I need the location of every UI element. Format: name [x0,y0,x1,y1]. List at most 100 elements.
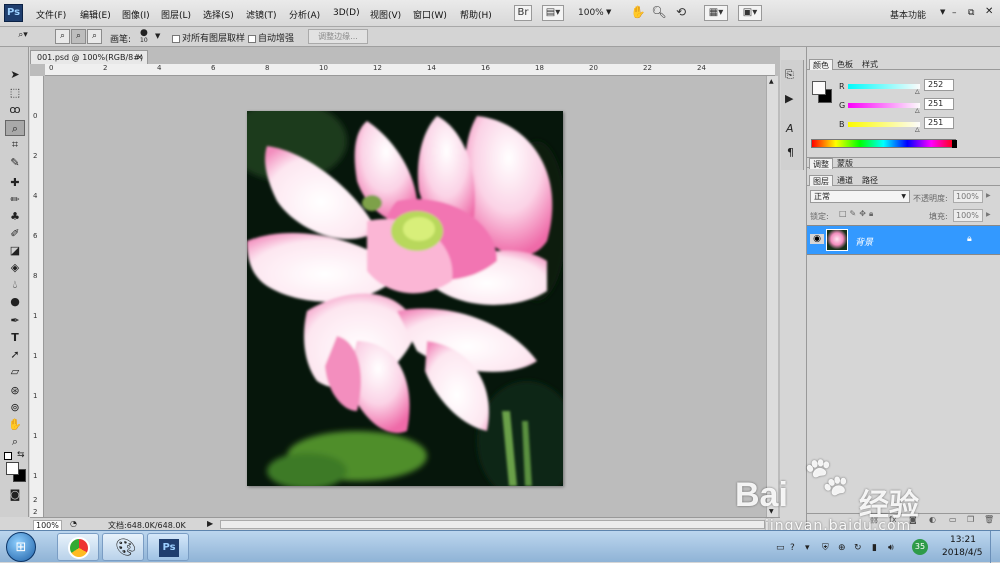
path-selection-tool-icon[interactable]: ➚ [5,347,25,363]
default-colors-icon[interactable] [4,452,12,460]
quick-selection-tool-icon[interactable]: ⌕ [5,120,25,136]
slider-thumb-icon[interactable]: △ [915,126,920,133]
tab-channels[interactable]: 通道 [834,175,856,186]
healing-brush-tool-icon[interactable]: ✚ [5,175,25,191]
slider-thumb-icon[interactable]: △ [915,107,920,114]
taskbar-app-chrome[interactable] [57,533,99,561]
lasso-tool-icon[interactable]: ꝏ [5,102,25,118]
zoom-icon[interactable]: ⌕ [5,434,25,450]
tab-styles[interactable]: 样式 [859,59,881,70]
foreground-color-swatch[interactable] [6,462,19,475]
hand-icon[interactable]: ✋ [5,417,25,433]
signal-tray-icon[interactable]: ▮ [872,543,877,553]
swap-colors-icon[interactable]: ⇆ [17,450,25,460]
security-tray-icon[interactable]: ⊕ [838,543,846,553]
pen-tool-icon[interactable]: ✒ [5,313,25,329]
actions-panel-icon[interactable]: ▶ [785,92,793,105]
refine-edge-button[interactable]: 调整边缘... [308,29,368,44]
eyedropper-tool-icon[interactable]: ✎ [5,155,25,171]
eraser-tool-icon[interactable]: ◪ [5,243,25,259]
eye-visibility-icon[interactable]: ◉ [810,234,824,244]
show-desktop-button[interactable] [990,531,1000,563]
brush-tool-icon[interactable]: ✏ [5,192,25,208]
fill-input[interactable]: 100% [953,209,983,222]
taskbar-app-paint[interactable]: 🎨︎ [102,533,144,561]
move-tool-icon[interactable]: ➤ [5,67,25,83]
start-button[interactable]: ⊞ [6,532,36,562]
tab-color[interactable]: 颜色 [809,59,833,70]
menu-select[interactable]: 选择(S) [203,8,234,21]
horizontal-scrollbar[interactable] [220,520,765,529]
restore-icon[interactable]: ⧉ [968,8,974,18]
menu-analysis[interactable]: 分析(A) [289,8,320,21]
status-arrow-icon[interactable]: ▶ [207,519,213,528]
clock-date[interactable]: 2018/4/5 [942,548,982,558]
layer-row[interactable]: ◉ 背景 🔒︎ [807,225,1000,255]
channel-g-value[interactable]: 251 [924,98,954,110]
layer-name[interactable]: 背景 [855,235,873,248]
channel-b-value[interactable]: 251 [924,117,954,129]
dodge-tool-icon[interactable]: ● [5,294,25,310]
history-panel-icon[interactable]: ⎘ [785,68,794,82]
tab-adjustments[interactable]: 调整 [809,158,833,169]
sample-all-layers-checkbox[interactable]: 对所有图层取样 [172,31,245,44]
color-spectrum-bar[interactable] [811,139,956,148]
quick-mask-icon[interactable]: ◙ [5,487,25,503]
auto-enhance-checkbox[interactable]: 自动增强 [248,31,294,44]
menu-edit[interactable]: 编辑(E) [80,8,111,21]
menu-3d[interactable]: 3D(D) [333,8,360,18]
workspace-chevron-icon[interactable]: ▼ [940,8,945,16]
character-panel-icon[interactable]: A [786,122,794,135]
blur-tool-icon[interactable]: 💧︎ [5,277,25,293]
screen-mode-icon[interactable]: ▣▾ [738,5,762,21]
rotate-view-icon[interactable]: ⟲ [672,5,690,21]
sync-tray-icon[interactable]: ↻ [854,543,862,553]
slider-thumb-icon[interactable]: △ [915,88,920,95]
paragraph-panel-icon[interactable]: ¶ [787,146,794,159]
scroll-up-icon[interactable]: ▲ [769,78,774,85]
spectrum-black-swatch[interactable] [952,140,957,148]
menu-help[interactable]: 帮助(H) [460,8,492,21]
hand-tool-icon[interactable]: ✋ [629,5,647,21]
channel-r-slider[interactable] [848,84,920,89]
shield-tray-icon[interactable]: ⛨ [822,543,829,553]
blend-mode-select[interactable]: 正常 ▼ [810,190,910,203]
canvas-image[interactable] [247,111,563,486]
tab-paths[interactable]: 路径 [859,175,881,186]
channel-r-value[interactable]: 252 [924,79,954,91]
zoom-tool-icon[interactable]: 🔍︎ [650,5,668,21]
blend-mode-chevron-icon[interactable]: ▼ [901,191,906,202]
taskbar-app-photoshop[interactable]: Ps [147,533,189,561]
menu-file[interactable]: 文件(F) [36,8,66,21]
workspace-switcher[interactable]: 基本功能 [890,8,926,21]
opacity-input[interactable]: 100% [953,190,983,203]
channel-b-slider[interactable] [848,122,920,127]
lock-options-icon[interactable]: □✎✥🔒︎ [839,209,876,219]
type-tool-icon[interactable]: T [5,330,25,346]
menu-image[interactable]: 图像(I) [122,8,150,21]
marquee-tool-icon[interactable]: ⬚ [5,85,25,101]
document-tab[interactable]: 001.psd @ 100%(RGB/8#) ✕ [30,50,148,64]
tab-masks[interactable]: 蒙版 [834,158,856,169]
network-tray-icon[interactable]: ▭ [776,543,785,553]
subtract-from-selection-icon[interactable]: ⌕ [87,29,102,44]
shape-tool-icon[interactable]: ▱ [5,364,25,380]
paint-bucket-tool-icon[interactable]: ◈ [5,260,25,276]
vertical-scrollbar[interactable]: ▲ ▼ [766,76,778,517]
menu-view[interactable]: 视图(V) [370,8,401,21]
opacity-chevron-icon[interactable]: ▶ [986,192,991,199]
status-info-icon[interactable]: ◔ [70,519,77,528]
add-to-selection-icon[interactable]: ⌕ [71,29,86,44]
crop-tool-icon[interactable]: ⌗ [5,137,25,153]
tray-arrow-icon[interactable]: ▾ [805,543,810,553]
volume-tray-icon[interactable]: 🔊︎ [888,543,894,553]
channel-g-slider[interactable] [848,103,920,108]
arrange-documents-icon[interactable]: ▦▾ [704,5,728,21]
new-selection-icon[interactable]: ⌕ [55,29,70,44]
help-tray-icon[interactable]: ? [790,543,795,553]
tab-layers[interactable]: 图层 [809,175,833,186]
badge-tray-icon[interactable]: 35 [912,539,928,555]
menu-window[interactable]: 窗口(W) [413,8,447,21]
fill-chevron-icon[interactable]: ▶ [986,211,991,218]
bridge-icon[interactable]: Br [514,5,532,21]
